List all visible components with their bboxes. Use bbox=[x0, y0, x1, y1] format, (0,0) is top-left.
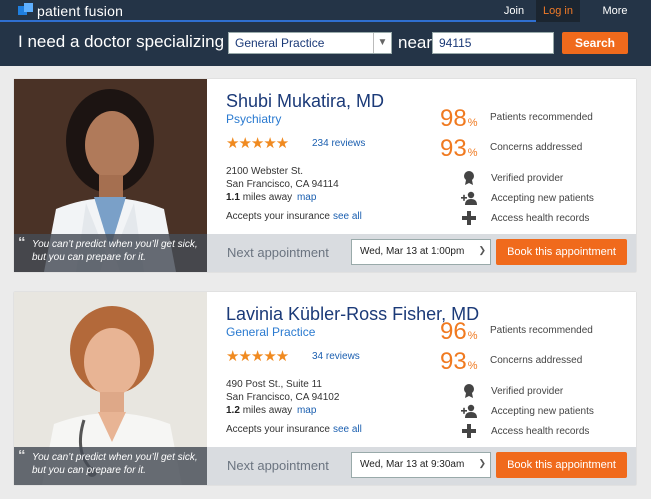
percent-sign: % bbox=[467, 360, 478, 372]
map-link[interactable]: map bbox=[297, 192, 316, 203]
appointment-bar: Next appointment Wed, Mar 13 at 9:30am ❯… bbox=[207, 447, 636, 485]
insurance-label: Accepts your insurance bbox=[226, 424, 330, 435]
feature-accepting: Accepting new patients bbox=[461, 404, 594, 418]
feature-health-records: Access health records bbox=[461, 211, 589, 225]
chevron-down-icon[interactable]: ▼ bbox=[373, 33, 391, 53]
stat-concerns-addressed: 93% Concerns addressed bbox=[440, 348, 582, 375]
search-prefix-label: I need a doctor specializing in bbox=[18, 32, 242, 51]
next-appointment-label: Next appointment bbox=[227, 458, 329, 473]
feature-label: Access health records bbox=[491, 212, 590, 224]
more-menu[interactable]: More bbox=[590, 0, 640, 22]
appointment-value: Wed, Mar 13 at 1:00pm bbox=[360, 246, 465, 257]
doctor-specialty[interactable]: Psychiatry bbox=[226, 112, 281, 126]
address-line-2: San Francisco, CA 94114 bbox=[226, 179, 339, 190]
badge-icon bbox=[464, 171, 474, 185]
add-person-icon bbox=[461, 404, 477, 418]
appointment-select[interactable]: Wed, Mar 13 at 1:00pm ❯ bbox=[351, 239, 491, 265]
distance: 1.1 miles away map bbox=[226, 192, 316, 203]
feature-label: Accepting new patients bbox=[491, 405, 594, 417]
address-line-1: 490 Post St., Suite 11 bbox=[226, 379, 322, 390]
reviews-link[interactable]: 34 reviews bbox=[312, 351, 360, 362]
doctor-photo[interactable]: “ You can’t predict when you’ll get sick… bbox=[14, 292, 207, 485]
doctor-card: “ You can’t predict when you’ll get sick… bbox=[14, 292, 636, 485]
map-link[interactable]: map bbox=[297, 405, 316, 416]
book-appointment-button[interactable]: Book this appointment bbox=[496, 452, 627, 478]
feature-accepting: Accepting new patients bbox=[461, 191, 594, 205]
stat-label: Patients recommended bbox=[490, 112, 593, 123]
feature-verified: Verified provider bbox=[461, 384, 563, 398]
logo-text: patient fusion bbox=[37, 3, 124, 19]
quote-text: You can’t predict when you’ll get sick, … bbox=[32, 239, 198, 263]
doctor-photo[interactable]: “ You can’t predict when you’ll get sick… bbox=[14, 79, 207, 272]
percent-sign: % bbox=[467, 147, 478, 159]
quote-icon: “ bbox=[18, 447, 26, 464]
stat-label: Concerns addressed bbox=[490, 355, 583, 366]
distance-suffix: miles away bbox=[242, 405, 293, 416]
login-link[interactable]: Log in bbox=[536, 0, 580, 22]
stat-value: 93 bbox=[440, 135, 467, 162]
feature-label: Verified provider bbox=[491, 385, 564, 397]
search-button[interactable]: Search bbox=[562, 32, 628, 54]
insurance-label: Accepts your insurance bbox=[226, 211, 330, 222]
star-rating: ★★★★★ bbox=[226, 135, 289, 152]
quote-box: “ You can’t predict when you’ll get sick… bbox=[14, 234, 207, 272]
chevron-down-icon[interactable]: ❯ bbox=[478, 245, 486, 256]
quote-icon: “ bbox=[18, 234, 26, 251]
search-bar: I need a doctor specializing in General … bbox=[0, 22, 651, 66]
feature-label: Accepting new patients bbox=[491, 192, 594, 204]
doctor-specialty[interactable]: General Practice bbox=[226, 325, 315, 339]
insurance-info: Accepts your insurance see all bbox=[226, 424, 362, 435]
quote-text: You can’t predict when you’ll get sick, … bbox=[32, 452, 198, 476]
medical-cross-icon bbox=[462, 211, 476, 225]
address-line-2: San Francisco, CA 94102 bbox=[226, 392, 340, 403]
join-link[interactable]: Join bbox=[494, 0, 534, 22]
next-appointment-label: Next appointment bbox=[227, 245, 329, 260]
add-person-icon bbox=[461, 191, 477, 205]
distance-value: 1.2 bbox=[226, 405, 240, 416]
quote-box: “ You can’t predict when you’ll get sick… bbox=[14, 447, 207, 485]
reviews-link[interactable]: 234 reviews bbox=[312, 138, 365, 149]
logo-mark-icon bbox=[18, 3, 34, 19]
near-label: near bbox=[398, 33, 433, 52]
doctor-name[interactable]: Shubi Mukatira, MD bbox=[226, 91, 384, 112]
distance-value: 1.1 bbox=[226, 192, 240, 203]
badge-icon bbox=[464, 384, 474, 398]
specialty-select[interactable]: General Practice ▼ bbox=[228, 32, 392, 54]
feature-health-records: Access health records bbox=[461, 424, 589, 438]
percent-sign: % bbox=[467, 330, 478, 342]
stat-label: Concerns addressed bbox=[490, 142, 583, 153]
insurance-info: Accepts your insurance see all bbox=[226, 211, 362, 222]
star-rating: ★★★★★ bbox=[226, 348, 289, 365]
medical-cross-icon bbox=[462, 424, 476, 438]
stat-value: 93 bbox=[440, 348, 467, 375]
see-all-link[interactable]: see all bbox=[333, 211, 362, 222]
stat-patients-recommended: 98% Patients recommended bbox=[440, 105, 593, 132]
stat-label: Patients recommended bbox=[490, 325, 593, 336]
address-line-1: 2100 Webster St. bbox=[226, 166, 304, 177]
doctor-card: “ You can’t predict when you’ll get sick… bbox=[14, 79, 636, 272]
feature-label: Access health records bbox=[491, 425, 590, 437]
chevron-down-icon[interactable]: ❯ bbox=[478, 458, 486, 469]
book-appointment-button[interactable]: Book this appointment bbox=[496, 239, 627, 265]
see-all-link[interactable]: see all bbox=[333, 424, 362, 435]
stat-concerns-addressed: 93% Concerns addressed bbox=[440, 135, 582, 162]
feature-verified: Verified provider bbox=[461, 171, 563, 185]
appointment-select[interactable]: Wed, Mar 13 at 9:30am ❯ bbox=[351, 452, 491, 478]
zip-input[interactable]: 94115 bbox=[432, 32, 554, 54]
stat-value: 96 bbox=[440, 318, 467, 345]
stat-value: 98 bbox=[440, 105, 467, 132]
distance-suffix: miles away bbox=[242, 192, 293, 203]
feature-label: Verified provider bbox=[491, 172, 564, 184]
specialty-select-value: General Practice bbox=[235, 36, 325, 50]
percent-sign: % bbox=[467, 117, 478, 129]
stat-patients-recommended: 96% Patients recommended bbox=[440, 318, 593, 345]
top-navigation-bar: patient fusion Join Log in More bbox=[0, 0, 651, 22]
distance: 1.2 miles away map bbox=[226, 405, 316, 416]
appointment-bar: Next appointment Wed, Mar 13 at 1:00pm ❯… bbox=[207, 234, 636, 272]
appointment-value: Wed, Mar 13 at 9:30am bbox=[360, 459, 465, 470]
logo[interactable]: patient fusion bbox=[18, 2, 123, 20]
